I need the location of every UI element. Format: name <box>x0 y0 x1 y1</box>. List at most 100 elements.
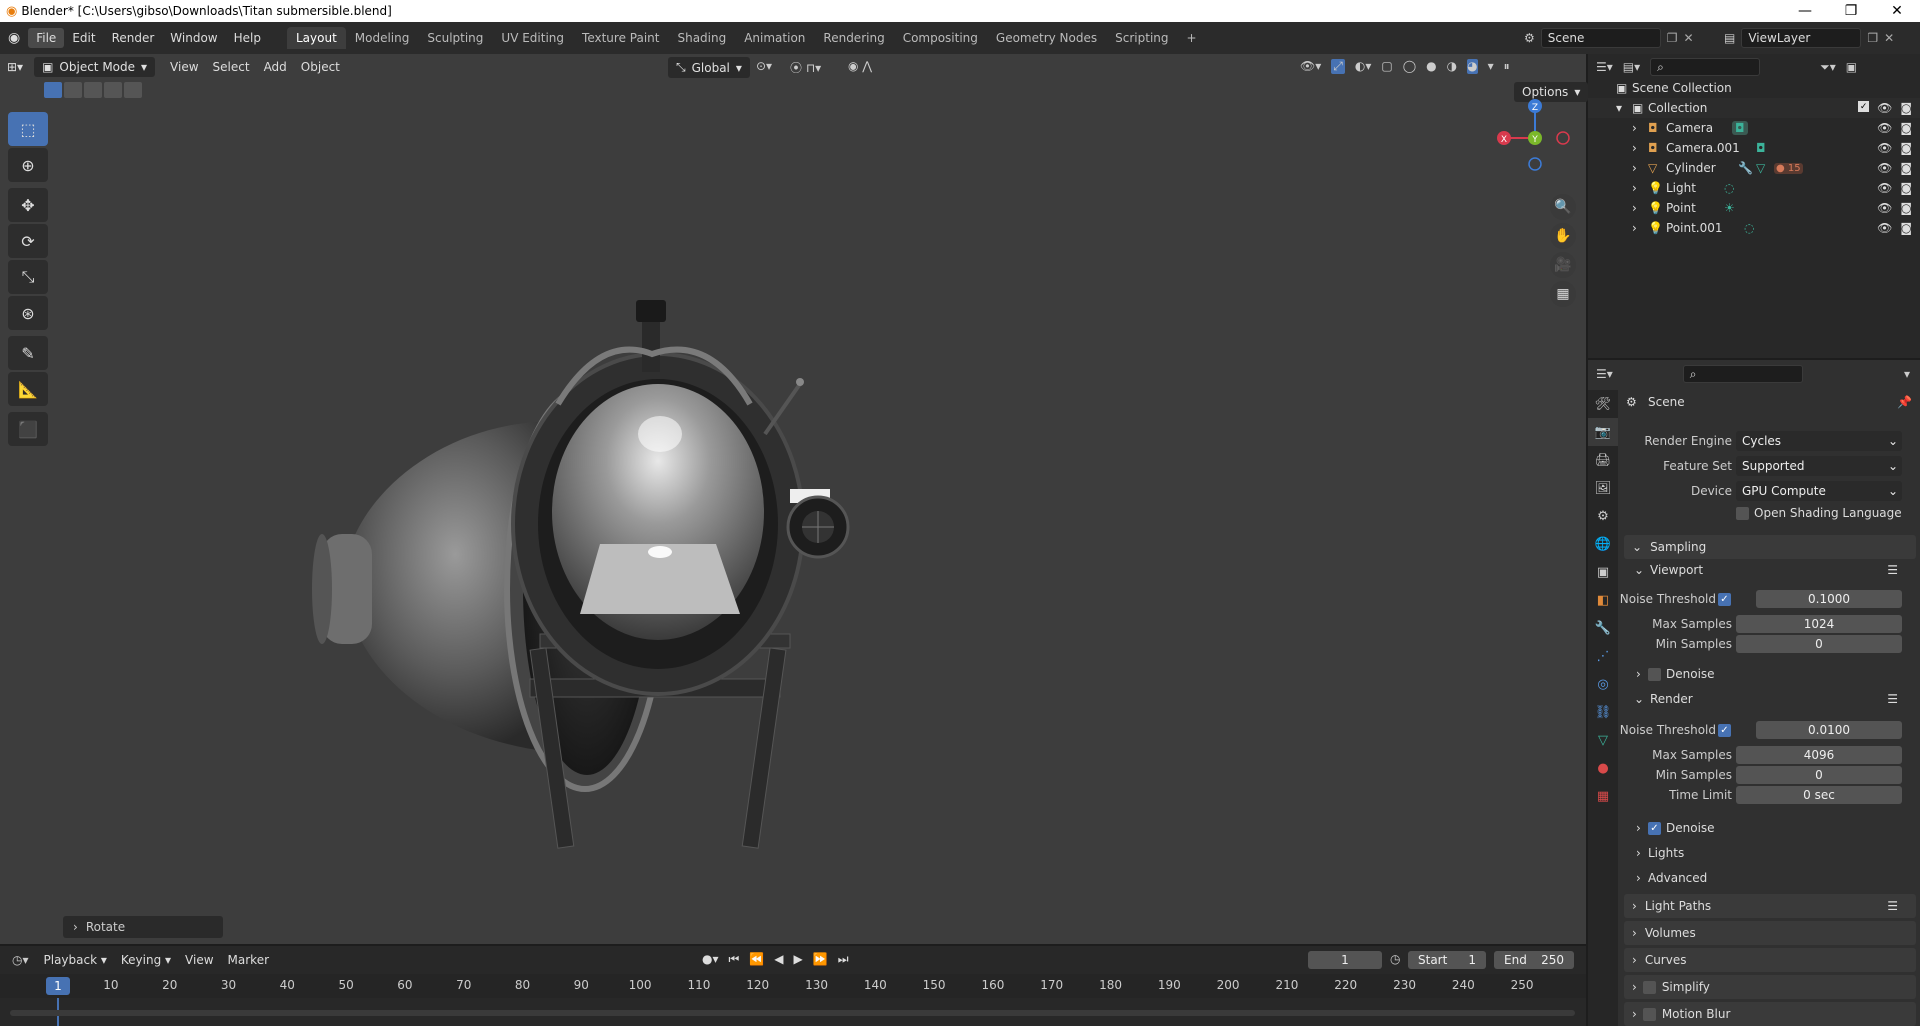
pivot-icon[interactable]: ⊙▾ <box>756 59 772 73</box>
r-denoise-row[interactable]: › ✓ Denoise <box>1618 818 1920 838</box>
simplify-panel-header[interactable]: › Simplify <box>1624 975 1916 999</box>
r-max-samples-field[interactable]: 4096 <box>1736 746 1902 764</box>
material-icon[interactable]: ● 15 <box>1774 162 1803 174</box>
select-subtract-icon[interactable] <box>84 82 102 98</box>
menu-select[interactable]: Select <box>206 57 257 77</box>
particles-tab-icon[interactable]: ⋰ <box>1588 642 1618 670</box>
sun-light-icon[interactable]: ☀ <box>1724 201 1735 215</box>
mode-dropdown[interactable]: ▣ Object Mode ▾ <box>34 57 156 77</box>
checkbox-icon[interactable]: ✓ <box>1858 101 1870 112</box>
preset-list-icon[interactable]: ☰ <box>1887 692 1898 706</box>
view-layer-tab-icon[interactable]: 🖼 <box>1588 474 1618 502</box>
navigation-gizmo[interactable]: Z X Y <box>1490 92 1570 172</box>
render-camera-icon[interactable]: ◙ <box>1900 121 1912 135</box>
volumes-panel-header[interactable]: › Volumes <box>1624 921 1916 945</box>
new-scene-icon[interactable]: ❐ <box>1667 31 1678 45</box>
modifier-wrench-icon[interactable]: 🔧 <box>1738 161 1753 175</box>
select-box-tool[interactable]: ⬚ <box>8 112 48 146</box>
outliner-item-cylinder[interactable]: › ▽ Cylinder 🔧 ▽ ● 15 👁 ◙ <box>1588 158 1920 178</box>
cursor-tool[interactable]: ⊕ <box>8 148 48 182</box>
select-invert-icon[interactable] <box>104 82 122 98</box>
menu-render[interactable]: Render <box>104 28 163 48</box>
delete-viewlayer-icon[interactable]: ✕ <box>1884 31 1894 45</box>
solid-shading-icon[interactable]: ● <box>1426 59 1436 74</box>
frame-ruler[interactable]: 1 10 20 30 40 50 60 70 80 90 100 110 120 130 140 150 16… <box>0 974 1586 998</box>
tab-uv-editing[interactable]: UV Editing <box>492 27 573 49</box>
r-time-limit-field[interactable]: 0 sec <box>1736 786 1902 804</box>
menu-add[interactable]: Add <box>257 57 294 77</box>
light-data-icon[interactable]: ◌ <box>1744 221 1754 235</box>
outliner-item-light[interactable]: › 💡 Light ◌ 👁 ◙ <box>1588 178 1920 198</box>
wireframe-shading-icon[interactable]: ◯ <box>1403 59 1416 74</box>
modifier-tab-icon[interactable]: 🔧 <box>1588 614 1618 642</box>
vp-noise-threshold-checkbox[interactable]: ✓ <box>1718 592 1731 606</box>
sampling-panel-header[interactable]: ⌄ Sampling <box>1624 535 1916 559</box>
3d-viewport[interactable]: ⊞▾ ▣ Object Mode ▾ View Select Add Objec… <box>0 54 1589 944</box>
add-cube-tool[interactable]: ⬛ <box>8 412 48 446</box>
play-reverse-icon[interactable]: ◀ <box>774 952 783 967</box>
world-tab-icon[interactable]: 🌐 <box>1588 530 1618 558</box>
chevron-right-icon[interactable]: › <box>1632 161 1637 175</box>
tab-geometry-nodes[interactable]: Geometry Nodes <box>987 27 1106 49</box>
overlay-icon[interactable]: ◐▾ <box>1355 59 1372 74</box>
data-tab-icon[interactable]: ▽ <box>1588 726 1618 754</box>
render-camera-icon[interactable]: ◙ <box>1900 101 1912 115</box>
tab-compositing[interactable]: Compositing <box>894 27 987 49</box>
chevron-right-icon[interactable]: › <box>1632 221 1637 235</box>
close-button[interactable]: ✕ <box>1874 0 1920 22</box>
playhead[interactable]: 1 <box>46 977 70 995</box>
render-camera-icon[interactable]: ◙ <box>1900 201 1912 215</box>
advanced-subpanel[interactable]: › Advanced <box>1618 868 1920 888</box>
outliner-item-point[interactable]: › 💡 Point ☀ 👁 ◙ <box>1588 198 1920 218</box>
jump-keyframe-back-icon[interactable]: ⏪ <box>749 952 764 967</box>
gizmo-toggle-icon[interactable]: ⤢ <box>1331 59 1345 74</box>
collection-tab-icon[interactable]: ▣ <box>1588 558 1618 586</box>
eye-icon[interactable]: 👁 <box>1877 141 1892 155</box>
material-tab-icon[interactable]: ● <box>1588 754 1618 782</box>
render-camera-icon[interactable]: ◙ <box>1900 141 1912 155</box>
r-denoise-checkbox[interactable]: ✓ <box>1648 821 1661 835</box>
play-icon[interactable]: ▶ <box>794 952 803 967</box>
constraints-tab-icon[interactable]: ⛓ <box>1588 698 1618 726</box>
menu-file[interactable]: File <box>28 28 65 48</box>
select-extend-icon[interactable] <box>64 82 82 98</box>
end-frame-field[interactable]: End 250 <box>1494 951 1574 969</box>
scene-field[interactable]: Scene <box>1540 28 1661 48</box>
render-tab-icon[interactable]: 📷 <box>1588 418 1618 446</box>
eye-icon[interactable]: 👁 <box>1877 221 1892 235</box>
new-viewlayer-icon[interactable]: ❐ <box>1867 31 1878 45</box>
chevron-right-icon[interactable]: › <box>1632 141 1637 155</box>
tab-modeling[interactable]: Modeling <box>346 27 419 49</box>
outliner-search-input[interactable]: ⌕ <box>1650 58 1761 76</box>
physics-tab-icon[interactable]: ◎ <box>1588 670 1618 698</box>
current-frame-field[interactable]: 1 <box>1308 951 1382 969</box>
motion-blur-panel-header[interactable]: › Motion Blur <box>1624 1002 1916 1026</box>
pin-icon[interactable]: 📌 <box>1897 395 1912 409</box>
render-camera-icon[interactable]: ◙ <box>1900 221 1912 235</box>
eye-icon[interactable]: 👁 <box>1877 181 1892 195</box>
vp-denoise-row[interactable]: › Denoise <box>1618 664 1920 684</box>
light-paths-panel-header[interactable]: › Light Paths ☰ <box>1624 894 1916 918</box>
menu-object[interactable]: Object <box>294 57 347 77</box>
collection-row[interactable]: ▾ ▣ Collection ✓ 👁 ◙ <box>1588 98 1920 118</box>
outliner-editor-icon[interactable]: ☰▾ <box>1596 60 1613 74</box>
chevron-right-icon[interactable]: › <box>1632 181 1637 195</box>
xray-icon[interactable]: ▢ <box>1381 59 1392 74</box>
camera-view-icon[interactable]: 🎥 <box>1550 252 1576 278</box>
last-operator-panel[interactable]: › Rotate <box>63 916 223 938</box>
light-data-icon[interactable]: ◌ <box>1724 181 1734 195</box>
display-mode-icon[interactable]: ▤▾ <box>1623 60 1640 74</box>
outliner-item-point-001[interactable]: › 💡 Point.001 ◌ 👁 ◙ <box>1588 218 1920 238</box>
select-new-icon[interactable] <box>44 82 62 98</box>
vp-denoise-checkbox[interactable] <box>1648 667 1661 681</box>
perspective-grid-icon[interactable]: ▦ <box>1550 281 1576 307</box>
scene-icon[interactable]: ⚙ <box>1524 31 1535 45</box>
minimize-button[interactable]: — <box>1782 0 1828 22</box>
clock-icon[interactable]: ◷ <box>1390 952 1400 966</box>
tab-layout[interactable]: Layout <box>286 27 346 49</box>
menu-view[interactable]: View <box>178 950 220 970</box>
curves-panel-header[interactable]: › Curves <box>1624 948 1916 972</box>
transform-tool[interactable]: ⊛ <box>8 296 48 330</box>
chevron-right-icon[interactable]: › <box>1632 121 1637 135</box>
editor-type-icon[interactable]: ⊞▾ <box>0 57 30 77</box>
